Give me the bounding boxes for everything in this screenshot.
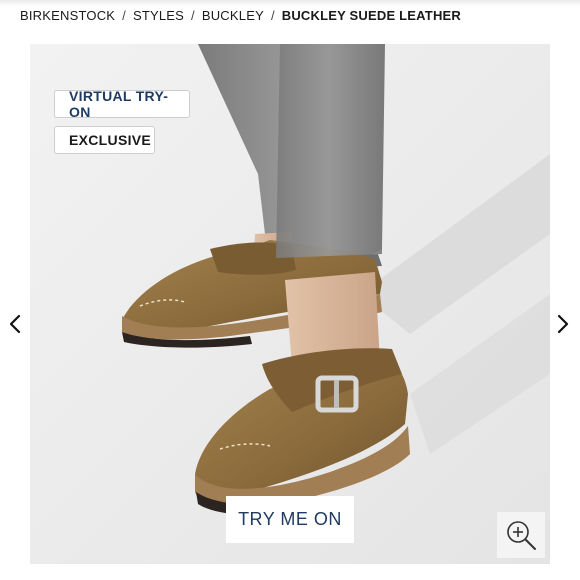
previous-image-button[interactable] xyxy=(5,312,25,336)
zoom-button[interactable] xyxy=(497,512,545,558)
breadcrumb-birkenstock[interactable]: BIRKENSTOCK xyxy=(20,8,115,23)
try-me-on-button[interactable]: TRY ME ON xyxy=(226,496,354,543)
next-image-button[interactable] xyxy=(553,312,573,336)
breadcrumb-separator: / xyxy=(122,7,126,23)
chevron-right-icon xyxy=(557,314,569,334)
breadcrumb-separator: / xyxy=(270,7,275,23)
product-image-gallery[interactable]: VIRTUAL TRY-ON EXCLUSIVE xyxy=(30,44,550,564)
exclusive-badge: EXCLUSIVE xyxy=(54,126,155,154)
breadcrumb-separator: / xyxy=(191,7,195,23)
chevron-left-icon xyxy=(9,314,21,334)
breadcrumb-styles[interactable]: STYLES xyxy=(133,8,184,23)
breadcrumb: BIRKENSTOCK / STYLES / BUCKLEY / BUCKLEY… xyxy=(20,6,461,24)
breadcrumb-buckley[interactable]: BUCKLEY xyxy=(202,8,264,23)
zoom-in-icon xyxy=(507,521,536,550)
breadcrumb-current: BUCKLEY SUEDE LEATHER xyxy=(281,7,461,23)
product-photo xyxy=(30,44,550,564)
virtual-try-on-badge[interactable]: VIRTUAL TRY-ON xyxy=(54,88,190,120)
